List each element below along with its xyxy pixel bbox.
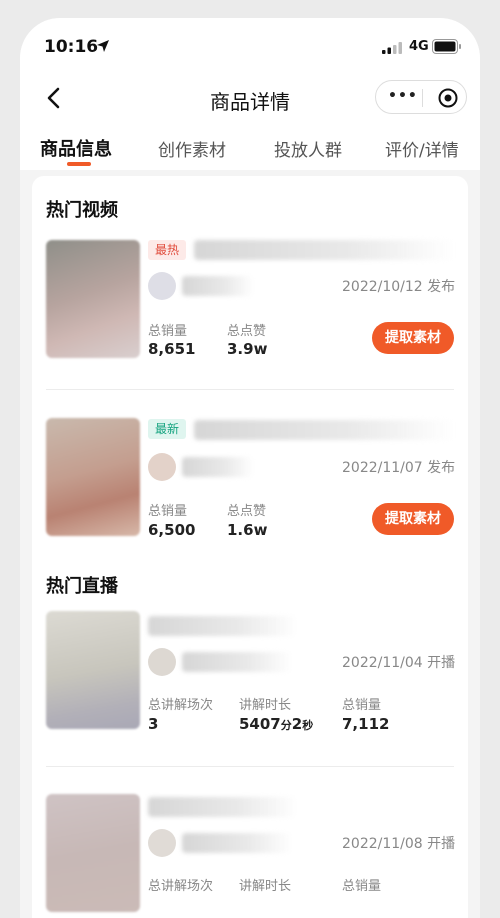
- live-thumbnail[interactable]: [46, 611, 140, 729]
- tab-reviews-details[interactable]: 评价/详情: [385, 136, 459, 161]
- extract-material-button[interactable]: 提取素材: [372, 322, 454, 354]
- divider: [46, 389, 454, 390]
- avatar: [148, 453, 176, 481]
- hot-badge: 最热: [148, 240, 187, 260]
- status-time: 10:16: [44, 37, 99, 57]
- new-badge: 最新: [148, 419, 187, 439]
- more-dots-icon[interactable]: •••: [388, 89, 417, 105]
- stat-label: 总讲解场次: [148, 879, 214, 894]
- stat-label: 总销量: [148, 324, 188, 339]
- blurred-live-title: [148, 797, 298, 817]
- minute-unit: 分: [280, 719, 292, 732]
- screen-background: 10:16 4G 商品详情 ••• 商品信息 创作素材 投放人群 评价/详情 热…: [0, 0, 500, 918]
- blurred-author-name: [182, 652, 292, 672]
- stat-value: 7,112: [342, 715, 390, 733]
- live-thumbnail[interactable]: [46, 794, 140, 912]
- blurred-video-title: [194, 420, 454, 440]
- extract-material-button[interactable]: 提取素材: [372, 503, 454, 535]
- battery-icon: [432, 39, 461, 54]
- tab-product-info[interactable]: 商品信息: [40, 135, 112, 161]
- stat-label: 总点赞: [227, 504, 267, 519]
- video-thumbnail[interactable]: [46, 418, 140, 536]
- active-tab-indicator: [67, 162, 91, 166]
- stat-label: 讲解时长: [239, 698, 292, 713]
- signal-icon: [382, 42, 402, 54]
- avatar: [148, 829, 176, 857]
- stat-label: 总销量: [148, 504, 188, 519]
- stat-value: 3.9w: [227, 340, 268, 358]
- tab-bar: 商品信息 创作素材 投放人群 评价/详情: [20, 122, 480, 170]
- stat-label: 总讲解场次: [148, 698, 214, 713]
- stat-value: 8,651: [148, 340, 196, 358]
- hot-live-title: 热门直播: [46, 576, 118, 597]
- phone-screen: 10:16 4G 商品详情 ••• 商品信息 创作素材 投放人群 评价/详情 热…: [20, 18, 480, 918]
- blurred-author-name: [182, 833, 292, 853]
- duration-minutes: 5407: [239, 715, 281, 733]
- tab-creative-material[interactable]: 创作素材: [158, 136, 226, 161]
- publish-date: 2022/10/12 发布: [342, 279, 456, 295]
- divider: [46, 766, 454, 767]
- stat-value: 5407分2秒: [239, 715, 313, 733]
- stat-label: 总销量: [342, 879, 382, 894]
- stat-value: 3: [148, 715, 159, 733]
- location-arrow-icon: [97, 40, 109, 52]
- live-date: 2022/11/04 开播: [342, 655, 456, 671]
- stat-value: 6,500: [148, 521, 196, 539]
- stat-label: 讲解时长: [239, 879, 292, 894]
- avatar: [148, 648, 176, 676]
- miniprogram-capsule: •••: [375, 80, 467, 114]
- close-miniprogram-icon[interactable]: [438, 88, 458, 108]
- content-card: 热门视频 最热 2022/10/12 发布 总销量 8,651 总点赞 3.9w…: [32, 176, 468, 918]
- blurred-author-name: [182, 457, 254, 477]
- status-bar: 10:16 4G: [20, 18, 480, 76]
- video-thumbnail[interactable]: [46, 240, 140, 358]
- avatar: [148, 272, 176, 300]
- nav-bar: 商品详情 •••: [20, 76, 480, 122]
- stat-label: 总点赞: [227, 324, 267, 339]
- blurred-author-name: [182, 276, 254, 296]
- publish-date: 2022/11/07 发布: [342, 460, 456, 476]
- stat-value: 1.6w: [227, 521, 268, 539]
- stat-label: 总销量: [342, 698, 382, 713]
- tab-audience[interactable]: 投放人群: [274, 136, 342, 161]
- capsule-divider: [422, 89, 423, 107]
- live-date: 2022/11/08 开播: [342, 836, 456, 852]
- hot-videos-title: 热门视频: [46, 200, 118, 221]
- duration-seconds: 2: [291, 715, 303, 733]
- network-type: 4G: [409, 39, 429, 54]
- second-unit: 秒: [302, 719, 314, 732]
- blurred-video-title: [194, 240, 454, 260]
- blurred-live-title: [148, 616, 298, 636]
